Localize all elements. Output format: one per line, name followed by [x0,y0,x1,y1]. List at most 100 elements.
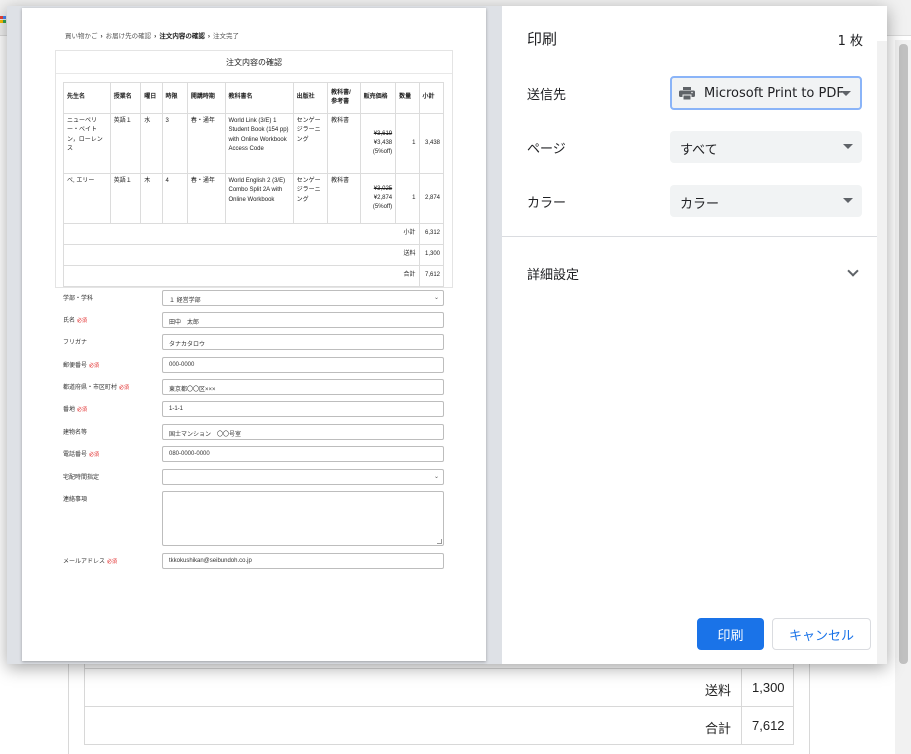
col-header: 教科書名 [224,82,294,114]
required-mark: 必須 [77,318,88,324]
chevron-right-icon: › [207,33,211,40]
apps-icon[interactable] [0,16,6,24]
summary-row-subtotal: 小計 6,312 [63,223,444,245]
kana-field: タナカタロウ [162,334,444,350]
form-row-notes: 連絡事項 [55,491,445,546]
form-row-zip: 郵便番号 必須 000-0000 [55,357,445,373]
pages-select[interactable]: すべて [670,131,862,163]
address-label-text: 番地 [63,407,76,413]
city-label: 都道府県・市区町村 必須 [63,382,129,391]
city-field: 東京都〇〇区××× [162,379,444,395]
cell-subtotal: 2,874 [418,173,444,224]
bg-row-label: 送料 [704,683,731,698]
print-preview-area[interactable]: 買い物かご › お届け先の確認 › 注文内容の確認 › 注文完了 注文内容の確認 先生名 授… [7,6,502,664]
cancel-button[interactable]: キャンセル [772,618,871,650]
summary-value: 6,312 [418,223,444,245]
notes-textarea [162,491,444,546]
breadcrumb-step: 買い物かご [65,33,98,40]
cell-day: 水 [140,113,163,174]
phone-label: 電話番号 必須 [63,449,99,458]
printer-icon [679,87,695,100]
cell-day: 木 [140,173,163,224]
col-header: 授業名 [109,82,142,114]
table-header-row: 先生名 授業名 曜日 時限 開講時期 教科書名 出版社 教科書/参考書 販売価格… [63,82,444,114]
chevron-down-icon: ⌄ [433,295,439,301]
destination-select[interactable]: Microsoft Print to PDF [670,76,862,110]
col-header: 小計 [418,82,444,114]
faculty-label: 学部・学科 [63,296,94,302]
cell-subtotal: 3,438 [418,113,444,174]
col-header: 販売価格 [359,82,397,114]
settings-scrollbar[interactable] [877,41,887,664]
name-field: 田中 太郎 [162,312,444,328]
col-header: 数量 [395,82,420,114]
bg-row-total: 合計 7,612 [85,706,793,744]
summary-label: 小計 [63,223,420,245]
address-label: 番地 必須 [63,404,87,413]
city-label-text: 都道府県・市区町村 [63,385,118,391]
chevron-right-icon: › [154,33,157,40]
building-label: 建物名等 [63,430,88,436]
form-row-kana: フリガナ タナカタロウ [55,334,445,350]
sheet-count: 1 枚 [837,34,863,49]
col-header: 出版社 [292,82,329,114]
original-price: ¥3,025 [373,185,393,192]
col-header: 先生名 [63,82,111,114]
faculty-value: １ 経営学部 [169,298,201,304]
settings-divider [502,236,887,237]
kana-label: フリガナ [63,340,88,346]
sale-price: ¥2,874 [373,194,393,201]
dialog-title: 印刷 [527,30,558,48]
delivery-select: ⌄ [162,469,444,485]
destination-value: Microsoft Print to PDF [704,86,844,101]
summary-value: 1,300 [418,244,444,266]
col-header: 開講時期 [186,82,226,114]
bg-row-shipping: 送料 1,300 [85,668,793,706]
discount: (5%off) [372,149,393,156]
required-mark: 必須 [89,452,100,458]
col-header: 時限 [161,82,188,114]
col-header: 教科書/参考書 [327,82,361,114]
order-title: 注文内容の確認 [226,58,282,67]
notes-label: 連絡事項 [63,497,88,503]
pages-label: ページ [527,142,566,157]
print-settings-panel: 印刷 1 枚 送信先 Microsoft Print to PDF ページ すべ… [502,6,887,664]
page-scrollbar-thumb[interactable] [899,44,908,664]
dropdown-arrow-icon [843,144,853,149]
cell-period: 3 [161,113,188,174]
breadcrumb: 買い物かご › お届け先の確認 › 注文内容の確認 › 注文完了 [65,30,239,40]
order-table: 先生名 授業名 曜日 時限 開講時期 教科書名 出版社 教科書/参考書 販売価格… [63,82,444,287]
required-mark: 必須 [119,385,130,391]
print-button[interactable]: 印刷 [697,618,764,650]
cell-price: ¥3,619 ¥3,438 (5%off) [359,113,397,174]
cell-publisher: センゲージラーニング [292,173,329,224]
cell-course: 英語１ [109,113,142,174]
dropdown-arrow-icon [841,91,851,96]
color-select[interactable]: カラー [670,185,862,217]
cell-term: 春・通年 [186,173,226,224]
phone-label-text: 電話番号 [63,452,88,458]
form-row-city: 都道府県・市区町村 必須 東京都〇〇区××× [55,379,445,395]
faculty-select: １ 経営学部 ⌄ [162,290,444,306]
table-row: ベ, エリー 英語１ 木 4 春・通年 World English 2 (3/E… [63,173,444,224]
delivery-label: 宅配時間指定 [63,475,100,481]
bg-row-label: 合計 [704,721,731,736]
breadcrumb-step-current: 注文内容の確認 [159,33,205,40]
form-row-delivery: 宅配時間指定 ⌄ [55,469,445,485]
summary-row-total: 合計 7,612 [63,265,444,287]
required-mark: 必須 [89,363,100,369]
name-label-text: 氏名 [63,318,76,324]
dropdown-arrow-icon [843,198,853,203]
pages-value: すべて [680,143,718,158]
divider [56,73,452,74]
address-field: 1-1-1 [162,401,444,417]
sale-price: ¥3,438 [373,139,393,146]
cell-course: 英語１ [109,173,142,224]
cell-teacher: ベ, エリー [63,173,111,224]
chevron-down-icon[interactable] [847,265,859,277]
form-row-phone: 電話番号 必須 080-0000-0000 [55,446,445,462]
more-settings-toggle[interactable]: 詳細設定 [527,264,579,283]
order-summary-box: 注文内容の確認 先生名 授業名 曜日 時限 開講時期 教科書名 出版社 教科書/… [55,50,453,288]
chevron-right-icon: › [100,33,103,40]
bg-row-value: 7,612 [741,707,793,744]
